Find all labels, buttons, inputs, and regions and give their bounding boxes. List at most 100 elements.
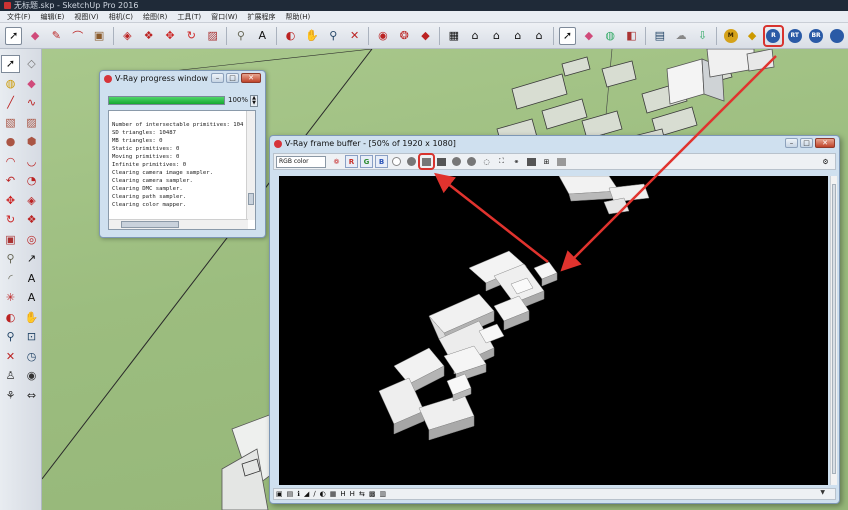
rotate-icon[interactable]: ↻ <box>0 210 21 230</box>
warehouse-icon[interactable]: ◉ <box>374 27 391 45</box>
red-channel-button[interactable]: R <box>345 155 358 168</box>
scale-icon[interactable]: ▨ <box>204 27 221 45</box>
arc-icon[interactable]: ◠ <box>0 152 21 172</box>
maximize-button[interactable]: □ <box>800 138 813 148</box>
stop-render-icon[interactable] <box>555 155 568 168</box>
eraser-icon[interactable]: ◆ <box>21 74 42 94</box>
channel-select[interactable]: RGB color <box>276 155 326 168</box>
vray-progress-window[interactable]: V-Ray progress window – □ ✕ 100% ▲ ▼ Numb… <box>99 70 266 238</box>
menu-tools[interactable]: 工具(T) <box>172 11 206 22</box>
clear-image-icon[interactable] <box>450 155 463 168</box>
dimension-icon[interactable]: ↗ <box>21 249 42 269</box>
move-icon[interactable]: ✥ <box>0 191 21 211</box>
circle-icon[interactable]: ● <box>0 132 21 152</box>
back-view-icon[interactable]: ⌂ <box>530 27 547 45</box>
right-view-icon[interactable]: ⌂ <box>509 27 526 45</box>
vray-render-icon[interactable]: R <box>762 24 785 47</box>
compare-icon[interactable]: ▥ <box>379 490 386 498</box>
vray-rt-render-icon[interactable]: RT <box>786 27 803 45</box>
curve-icon[interactable]: ∕ <box>313 490 315 498</box>
top-view-icon[interactable]: ⌂ <box>466 27 483 45</box>
menu-view[interactable]: 视图(V) <box>69 11 103 22</box>
push-small-icon[interactable]: ◧ <box>623 27 640 45</box>
duplicate-icon[interactable] <box>465 155 478 168</box>
blue-channel-button[interactable]: B <box>375 155 388 168</box>
look-around-icon[interactable]: ◉ <box>21 366 42 386</box>
pencil-icon[interactable]: ✎ <box>48 27 65 45</box>
load-image-icon[interactable] <box>435 155 448 168</box>
position-camera-icon[interactable]: ♙ <box>0 366 21 386</box>
log-horizontal-scrollbar[interactable] <box>109 219 248 229</box>
rectangle-icon[interactable]: ▧ <box>0 113 21 133</box>
vray-batch-render-icon[interactable]: BR <box>807 27 824 45</box>
select-tool-icon[interactable]: ➚ <box>558 26 577 45</box>
link-icon[interactable]: ⚭ <box>510 155 523 168</box>
move-icon[interactable]: ✥ <box>161 27 178 45</box>
polygon-icon[interactable]: ⬢ <box>21 132 42 152</box>
menu-edit[interactable]: 编辑(E) <box>36 11 70 22</box>
paint-small-icon[interactable]: ◍ <box>602 27 619 45</box>
hsv-icon[interactable]: H <box>340 490 345 498</box>
walk-icon[interactable]: ⚘ <box>0 386 21 406</box>
protractor-icon[interactable]: ◜ <box>0 269 21 289</box>
vray-options-icon[interactable]: ◆ <box>743 27 760 45</box>
menu-file[interactable]: 文件(F) <box>2 11 36 22</box>
rendered-image[interactable] <box>279 176 828 485</box>
components-icon[interactable]: ❂ <box>396 27 413 45</box>
layers-icon[interactable]: ▤ <box>651 27 668 45</box>
zoom-icon[interactable]: ⚲ <box>0 327 21 347</box>
progress-window-titlebar[interactable]: V-Ray progress window – □ ✕ <box>100 71 265 87</box>
zoom-icon[interactable]: ⚲ <box>325 27 342 45</box>
log-vertical-scrollbar[interactable] <box>246 111 255 220</box>
front-view-icon[interactable]: ⌂ <box>488 27 505 45</box>
exposure-icon[interactable]: ◐ <box>320 490 326 498</box>
track-mouse-icon[interactable]: ◌ <box>480 155 493 168</box>
eraser-icon[interactable]: ◆ <box>26 27 43 45</box>
mono-icon[interactable] <box>405 155 418 168</box>
orbit-icon[interactable]: ◐ <box>282 27 299 45</box>
save-icon[interactable]: ▣ <box>276 490 283 498</box>
menu-help[interactable]: 帮助(H) <box>280 11 315 22</box>
levels-icon[interactable]: ◢ <box>304 490 309 498</box>
extension-icon[interactable]: ◆ <box>417 27 434 45</box>
color-picker-icon[interactable]: ❁ <box>330 155 343 168</box>
lens-effects-icon[interactable]: ⊞ <box>540 155 553 168</box>
close-button[interactable]: ✕ <box>241 73 261 83</box>
eraser-small-icon[interactable]: ◆ <box>580 27 597 45</box>
menu-window[interactable]: 窗口(W) <box>206 11 242 22</box>
cloud-icon[interactable]: ☁ <box>672 27 689 45</box>
tape-measure-icon[interactable]: ⚲ <box>0 249 21 269</box>
rotated-rect-icon[interactable]: ▨ <box>21 113 42 133</box>
arc-icon[interactable]: ⌒ <box>69 27 86 45</box>
close-button[interactable]: ✕ <box>815 138 835 148</box>
history-icon[interactable] <box>525 155 538 168</box>
menu-extensions[interactable]: 扩展程序 <box>242 11 280 22</box>
arc-2-icon[interactable]: ◡ <box>21 152 42 172</box>
tape-measure-icon[interactable]: ⚲ <box>232 27 249 45</box>
paint-icon[interactable]: ◍ <box>0 74 21 94</box>
orbit-icon[interactable]: ◐ <box>0 308 21 328</box>
make-component-icon[interactable]: ◇ <box>21 54 42 74</box>
previous-view-icon[interactable]: ◷ <box>21 347 42 367</box>
menu-draw[interactable]: 绘图(R) <box>138 11 172 22</box>
paint-bucket-icon[interactable]: ▣ <box>90 27 107 45</box>
push-pull-icon[interactable]: ◈ <box>119 27 136 45</box>
progress-spinner[interactable]: ▲ ▼ <box>250 95 258 107</box>
download-icon[interactable]: ⇩ <box>694 27 711 45</box>
follow-me-icon[interactable]: ❖ <box>140 27 157 45</box>
maximize-button[interactable]: □ <box>226 73 239 83</box>
grid-icon[interactable]: ▩ <box>369 490 376 498</box>
iso-view-icon[interactable]: ▦ <box>445 27 462 45</box>
3d-text-icon[interactable]: A <box>21 288 42 308</box>
history-icon[interactable]: ▤ <box>287 490 294 498</box>
pan-icon[interactable]: ✋ <box>303 27 320 45</box>
vray-frame-buffer-icon[interactable] <box>829 27 846 45</box>
zoom-extents-icon[interactable]: ✕ <box>346 27 363 45</box>
rotate-icon[interactable]: ↻ <box>183 27 200 45</box>
lens-icon[interactable]: H <box>350 490 355 498</box>
select-icon[interactable]: ➚ <box>1 55 20 73</box>
follow-me-icon[interactable]: ❖ <box>21 210 42 230</box>
minimize-button[interactable]: – <box>785 138 798 148</box>
select-arrow-icon[interactable]: ➚ <box>5 26 23 45</box>
section-plane-icon[interactable]: ⇔ <box>21 386 42 406</box>
